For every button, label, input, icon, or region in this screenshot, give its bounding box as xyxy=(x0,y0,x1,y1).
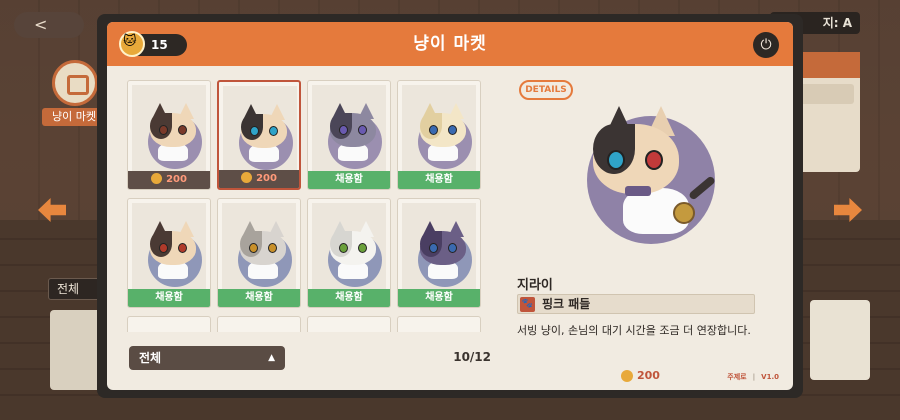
cat-eye-right xyxy=(358,243,367,253)
details-panel: DETAILS 지라이 🐾 핑크 패들 서빙 냥이, 손님의 대기 시간을 조금… xyxy=(515,78,775,382)
cat-name: 지라이 xyxy=(517,278,553,293)
paw-icon: 🐾 xyxy=(520,297,535,312)
card-status-label: 200 xyxy=(256,173,277,184)
card-art xyxy=(312,85,386,171)
cat-eye-right xyxy=(269,126,278,136)
card-art xyxy=(312,203,386,289)
skill-description: 서빙 냥이, 손님의 대기 시간을 조금 더 연장합니다. xyxy=(517,324,751,337)
cat-card[interactable]: 채용함 xyxy=(127,198,211,308)
cat-card-partial[interactable] xyxy=(307,316,391,332)
cat-figure xyxy=(330,103,376,161)
cat-figure xyxy=(330,221,376,279)
close-button[interactable]: ⏻ xyxy=(753,32,779,58)
cat-eye-right xyxy=(448,125,457,135)
page-indicator: 10/12 xyxy=(453,350,491,364)
cat-eye-left xyxy=(339,125,348,135)
cat-figure xyxy=(150,103,196,161)
cat-eye-left xyxy=(249,243,258,253)
cat-gear-icon xyxy=(673,202,695,224)
card-art xyxy=(402,203,476,289)
cat-coin-icon xyxy=(119,31,145,57)
cat-coin-icon xyxy=(621,370,633,382)
card-status: 채용함 xyxy=(398,289,480,307)
cat-coin-icon xyxy=(241,172,253,183)
details-tag: DETAILS xyxy=(519,80,573,100)
cat-figure xyxy=(150,221,196,279)
card-status-label: 채용함 xyxy=(425,292,453,303)
card-status-label: 채용함 xyxy=(335,174,363,185)
cat-list-panel: 200 200 채용함 채용함 채용함 채용함 채용함 채용함 전체 ▲ 10/12 xyxy=(127,78,497,374)
card-status-label: 200 xyxy=(166,174,187,185)
filter-label: 전체 xyxy=(139,351,162,365)
cat-card-partial[interactable] xyxy=(217,316,301,332)
cat-coin-icon xyxy=(151,173,163,184)
coin-counter: 15 xyxy=(119,31,187,57)
cat-eye-left xyxy=(339,243,348,253)
filter-select[interactable]: 전체 ▲ xyxy=(129,346,285,370)
cat-eye-right xyxy=(178,125,187,135)
card-status-label: 채용함 xyxy=(335,292,363,303)
cat-figure xyxy=(420,221,466,279)
skill-name: 핑크 패들 xyxy=(542,297,591,311)
cat-card[interactable]: 채용함 xyxy=(397,80,481,190)
background-ticket xyxy=(810,300,870,380)
price-value: 200 xyxy=(637,369,660,382)
card-art xyxy=(222,203,296,289)
card-status-label: 채용함 xyxy=(425,174,453,185)
cat-card-partial[interactable] xyxy=(127,316,211,332)
card-status: 채용함 xyxy=(308,171,390,189)
cat-bow xyxy=(625,186,651,196)
cat-eye-right xyxy=(358,125,367,135)
card-status: 채용함 xyxy=(308,289,390,307)
market-modal: 냥이 마켓 15 ⏻ 200200채용함채용함채용함채용함채용함채용함 전체 ▲… xyxy=(97,14,803,398)
cat-card[interactable]: 200 xyxy=(217,80,301,190)
card-status: 200 xyxy=(128,171,210,189)
cat-card[interactable]: 채용함 xyxy=(397,198,481,308)
footer-left-text: 주제로 xyxy=(727,373,747,381)
card-art xyxy=(402,85,476,171)
card-status: 채용함 xyxy=(218,289,300,307)
cat-eye-left xyxy=(250,126,259,136)
cat-eye-right xyxy=(645,150,663,170)
price-row: 200 xyxy=(607,368,687,384)
card-status-label: 채용함 xyxy=(245,292,273,303)
cat-card[interactable]: 채용함 xyxy=(307,198,391,308)
version-text: V1.0 xyxy=(761,373,779,381)
cat-eye-left xyxy=(429,125,438,135)
back-button[interactable]: < xyxy=(14,12,84,38)
cat-figure xyxy=(420,103,466,161)
cat-card-partial[interactable] xyxy=(397,316,481,332)
card-art xyxy=(132,85,206,171)
cat-card-grid: 200 200 채용함 채용함 채용함 채용함 채용함 채용함 xyxy=(127,78,497,332)
cat-eye-left xyxy=(159,125,168,135)
cat-card[interactable]: 200 xyxy=(127,80,211,190)
cat-card[interactable]: 채용함 xyxy=(217,198,301,308)
card-art xyxy=(223,86,297,172)
card-status: 200 xyxy=(219,170,299,188)
cat-eye-right xyxy=(268,243,277,253)
cat-figure xyxy=(240,221,286,279)
modal-title: 냥이 마켓 xyxy=(413,34,487,54)
skill-bar: 🐾 핑크 패들 xyxy=(517,294,755,314)
cat-tail xyxy=(687,175,717,201)
cat-portrait xyxy=(593,106,717,256)
cat-eye-left xyxy=(607,150,625,170)
card-art xyxy=(132,203,206,289)
market-modal-body: 냥이 마켓 15 ⏻ 200200채용함채용함채용함채용함채용함채용함 전체 ▲… xyxy=(107,22,793,390)
shop-icon[interactable] xyxy=(52,60,98,106)
cat-eye-left xyxy=(429,243,438,253)
cat-figure xyxy=(241,104,287,162)
cat-card[interactable]: 채용함 xyxy=(307,80,391,190)
card-status: 채용함 xyxy=(398,171,480,189)
cat-eye-right xyxy=(178,243,187,253)
coin-count: 15 xyxy=(151,38,168,52)
version-info: 주제로 | V1.0 xyxy=(727,373,779,381)
card-status-label: 채용함 xyxy=(155,292,183,303)
card-status: 채용함 xyxy=(128,289,210,307)
cat-eye-left xyxy=(159,243,168,253)
modal-header: 냥이 마켓 15 ⏻ xyxy=(107,22,793,66)
cat-eye-right xyxy=(448,243,457,253)
filter-arrow-icon: ▲ xyxy=(268,353,275,363)
